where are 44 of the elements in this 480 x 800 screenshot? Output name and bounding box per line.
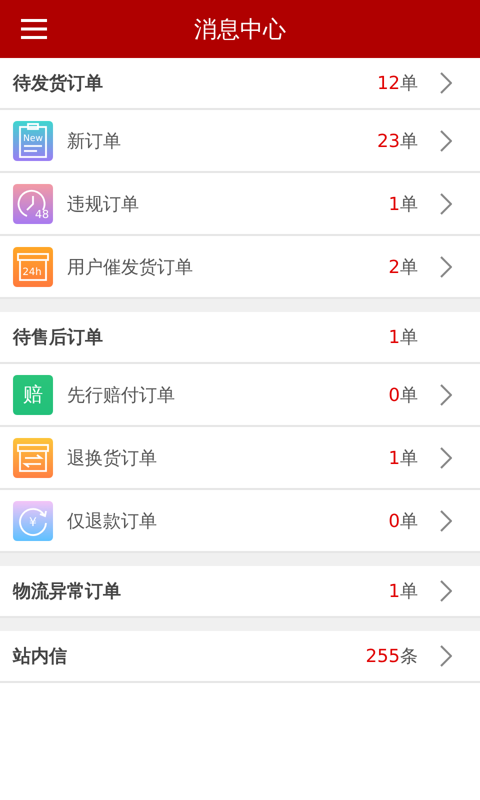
section-title: 物流异常订单	[13, 580, 122, 603]
count: 1单	[388, 446, 418, 470]
glyph-icon: 赔	[13, 374, 53, 414]
order-list-item[interactable]: 48 违规订单 1单	[0, 173, 480, 236]
item-label: 先行赔付订单	[67, 384, 176, 406]
count: 1单	[388, 580, 418, 603]
menu-icon[interactable]	[21, 18, 47, 40]
section-header[interactable]: 站内信 255条	[0, 631, 480, 683]
count: 255条	[366, 645, 418, 668]
section-title: 待售后订单	[13, 326, 104, 349]
chevron-icon	[440, 72, 452, 94]
chevron-icon	[440, 192, 452, 214]
order-list-item[interactable]: 退换货订单 1单	[0, 427, 480, 490]
count: 12单	[377, 72, 418, 95]
chevron-icon	[440, 580, 452, 602]
chevron-icon	[440, 384, 452, 406]
item-label: 用户催发货订单	[67, 256, 194, 278]
clipboard-icon: New	[13, 120, 53, 160]
count: 0单	[388, 510, 418, 532]
box-icon: 24h	[13, 246, 53, 286]
count: 2单	[388, 256, 418, 278]
chevron-icon	[440, 130, 452, 152]
item-label: 仅退款订单	[67, 510, 158, 532]
item-label: 违规订单	[67, 192, 140, 216]
count: 1单	[388, 192, 418, 216]
count: 1单	[388, 326, 418, 349]
item-label: 退换货订单	[67, 446, 158, 470]
item-label: 新订单	[67, 130, 122, 152]
refund-icon: ¥	[13, 500, 53, 540]
chevron-icon	[440, 510, 452, 532]
chevron-icon	[440, 446, 452, 468]
section-header[interactable]: 待发货订单 12单	[0, 58, 480, 110]
section-header[interactable]: 待售后订单 1单	[0, 312, 480, 364]
section-title: 待发货订单	[13, 72, 104, 95]
order-list-item[interactable]: New 新订单 23单	[0, 110, 480, 173]
section-title: 站内信	[13, 645, 68, 668]
chevron-icon	[440, 645, 452, 667]
count: 0单	[388, 384, 418, 406]
swap-icon	[13, 438, 53, 478]
order-list-item[interactable]: 赔 先行赔付订单 0单	[0, 364, 480, 427]
clock-icon: 48	[13, 184, 53, 224]
count: 23单	[377, 130, 418, 152]
page-title: 消息中心	[194, 16, 286, 44]
chevron-icon	[440, 256, 452, 278]
